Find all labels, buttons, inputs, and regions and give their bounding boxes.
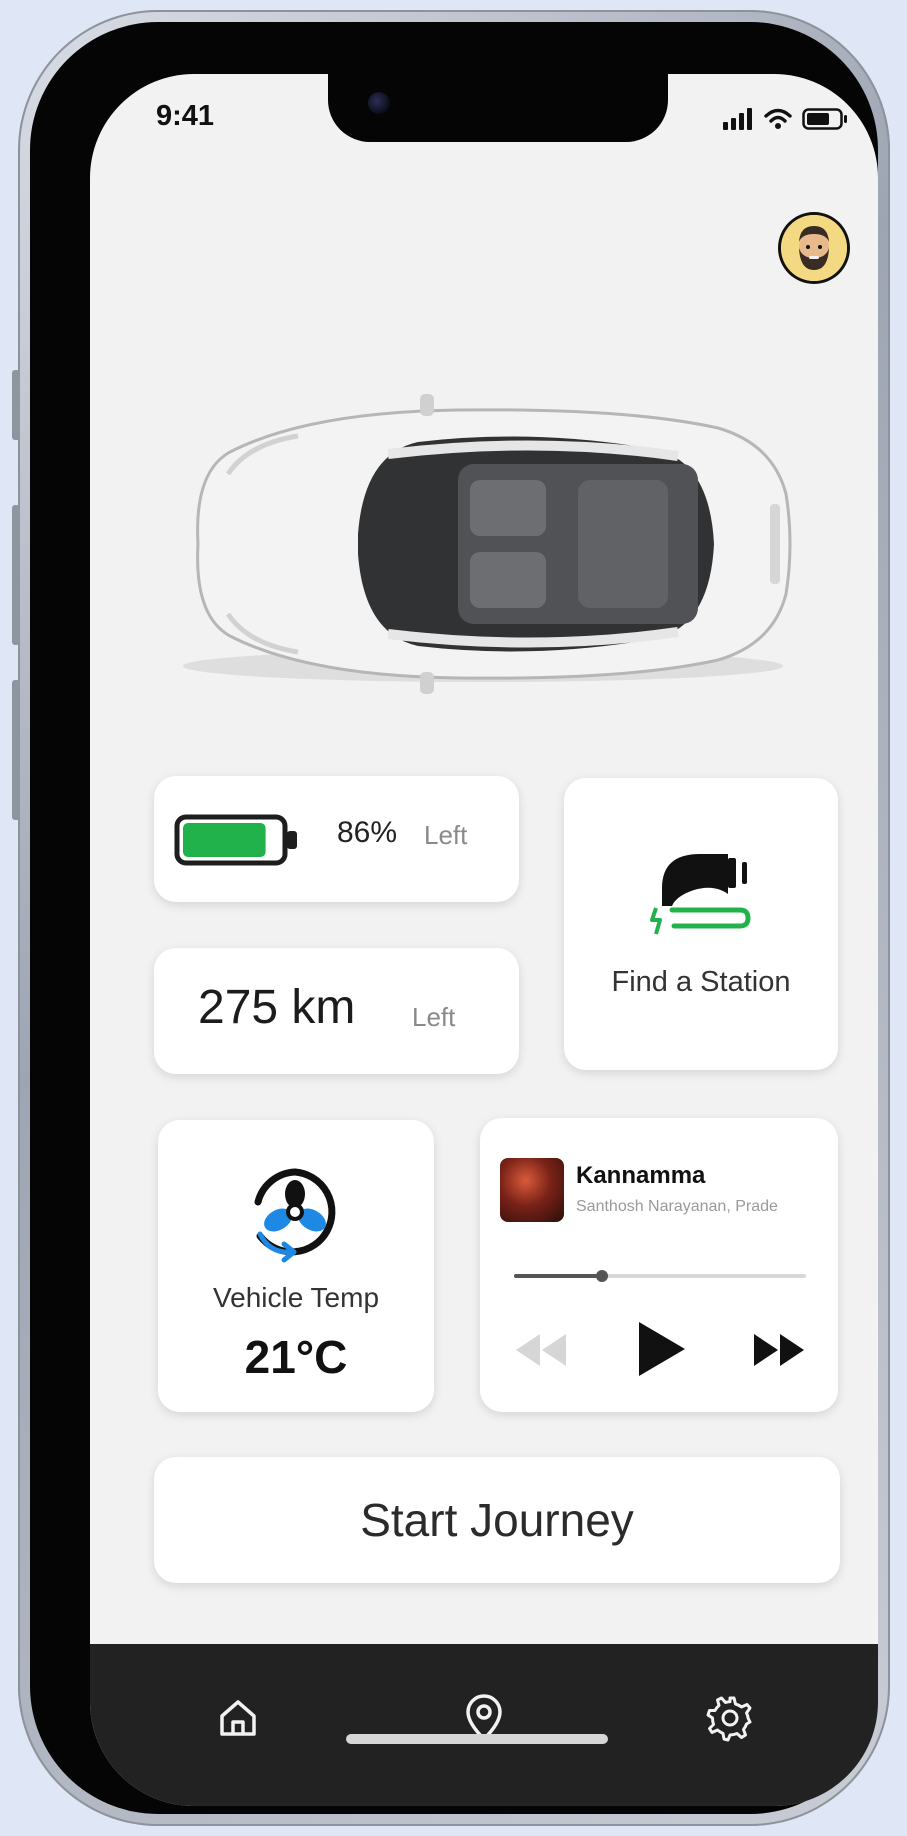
profile-avatar[interactable] bbox=[778, 212, 850, 284]
fan-icon bbox=[254, 1168, 336, 1263]
range-left-label: Left bbox=[412, 1002, 456, 1032]
find-station-card[interactable]: Find a Station bbox=[564, 778, 838, 1070]
nav-settings[interactable] bbox=[700, 1688, 760, 1748]
playback-progress-knob[interactable] bbox=[595, 1270, 608, 1282]
battery-status-icon bbox=[802, 108, 847, 130]
phone-body: 9:41 86% Left 275 km Left Find a Station… bbox=[30, 22, 878, 1814]
album-art bbox=[500, 1158, 564, 1222]
status-icons bbox=[722, 108, 848, 130]
fast-forward-icon[interactable] bbox=[750, 1330, 810, 1370]
range-value: 275 km bbox=[198, 981, 356, 1034]
play-icon[interactable] bbox=[635, 1320, 687, 1378]
playback-progress-track[interactable] bbox=[514, 1270, 806, 1282]
settings-gear-icon bbox=[706, 1696, 752, 1742]
ev-charger-plug-icon bbox=[650, 854, 751, 935]
home-icon bbox=[220, 1700, 256, 1736]
range-card: 275 km Left bbox=[154, 948, 519, 1074]
vehicle-temp-value: 21°C bbox=[244, 1331, 348, 1383]
song-artist: Santhosh Narayanan, Prade bbox=[576, 1198, 778, 1215]
app-screen: 9:41 86% Left 275 km Left Find a Station… bbox=[90, 74, 878, 1806]
home-indicator bbox=[346, 1734, 608, 1744]
music-player-card: Kannamma Santhosh Narayanan, Prade bbox=[480, 1118, 838, 1412]
song-title: Kannamma bbox=[576, 1162, 706, 1189]
rewind-icon[interactable] bbox=[512, 1330, 572, 1370]
bearded-man-avatar-icon bbox=[781, 215, 847, 281]
bottom-nav-bar bbox=[90, 1644, 878, 1806]
vehicle-temp-label: Vehicle Temp bbox=[212, 1282, 380, 1313]
wifi-icon bbox=[764, 108, 792, 129]
battery-left-label: Left bbox=[424, 820, 468, 850]
silent-switch bbox=[12, 370, 20, 440]
status-time: 9:41 bbox=[156, 100, 215, 132]
vehicle-image bbox=[183, 394, 792, 694]
front-camera bbox=[368, 92, 390, 114]
start-journey-button[interactable]: Start Journey bbox=[154, 1457, 840, 1583]
cellular-signal-icon bbox=[723, 108, 752, 130]
volume-down-button bbox=[12, 680, 20, 820]
vehicle-temp-card[interactable]: Vehicle Temp 21°C bbox=[158, 1120, 434, 1412]
nav-home[interactable] bbox=[208, 1688, 268, 1748]
battery-card: 86% Left bbox=[154, 776, 519, 902]
playback-progress-fill bbox=[514, 1274, 602, 1278]
find-station-label: Find a Station bbox=[611, 966, 791, 998]
volume-up-button bbox=[12, 505, 20, 645]
battery-percent: 86% bbox=[337, 816, 398, 849]
battery-level-icon bbox=[174, 814, 297, 866]
